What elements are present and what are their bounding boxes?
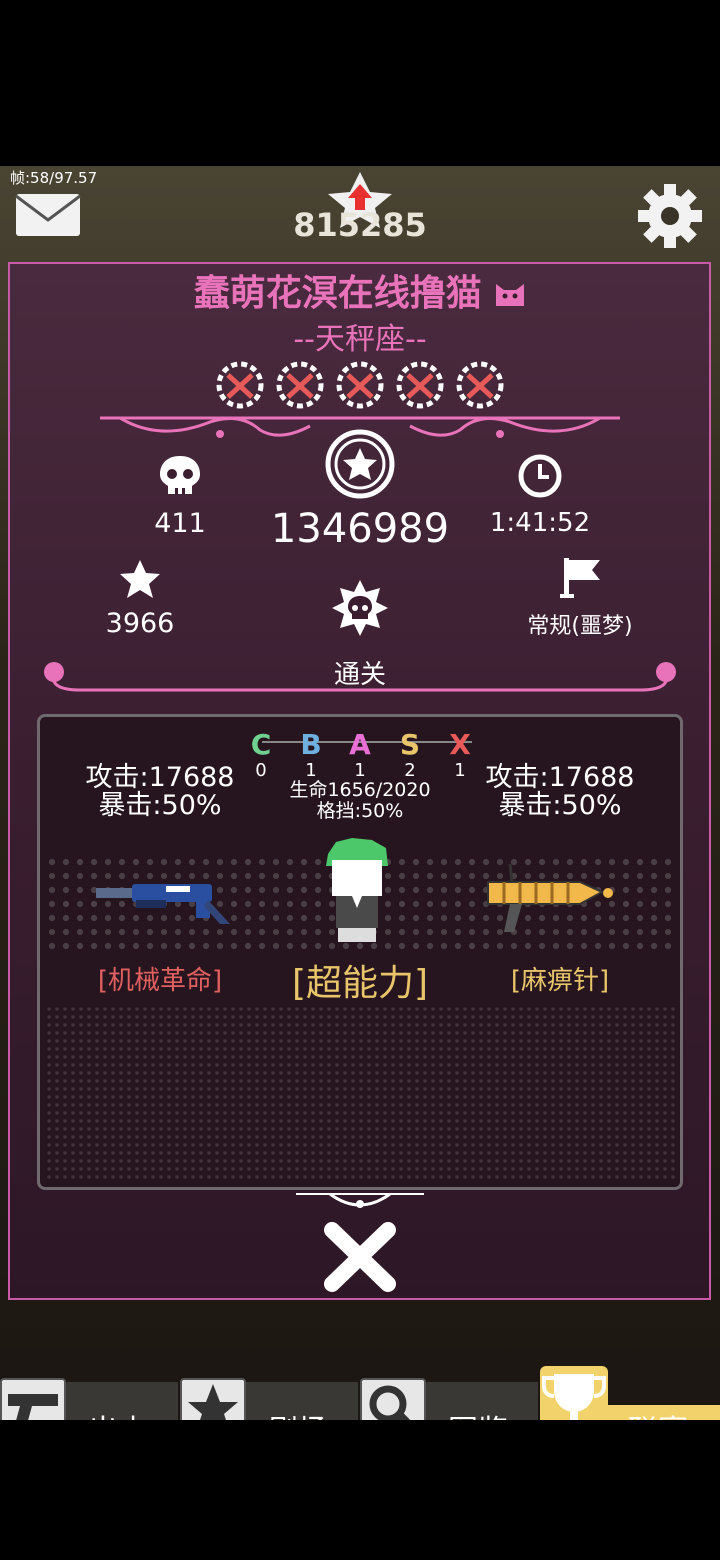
result-label: 通关 <box>333 660 386 690</box>
skull-icon <box>160 456 200 494</box>
kill-count: 411 <box>154 508 206 539</box>
character-name-text: [超能力] <box>291 963 429 1004</box>
player-title: --天秤座-- <box>293 322 427 357</box>
grade-a-count: 1 <box>354 760 366 781</box>
left-crit: 暴击:50% <box>98 790 222 821</box>
left-weapon-name-text: [机械革命] <box>97 966 223 996</box>
star-icon <box>120 560 160 598</box>
system-nav-area <box>0 1420 720 1560</box>
rifle-icon[interactable] <box>96 880 230 928</box>
right-weapon-name-text: [麻痹针] <box>510 966 610 996</box>
grade-c-letter: C <box>250 728 272 761</box>
mail-icon[interactable] <box>14 190 82 240</box>
star-medal-icon <box>325 429 395 499</box>
close-icon[interactable] <box>322 1222 398 1292</box>
failed-badge-icon <box>276 361 324 409</box>
player-name-text: 蠢萌花溟在线撸猫 <box>193 273 482 314</box>
ornament-divider <box>296 1192 424 1208</box>
cat-icon <box>496 284 525 306</box>
grade-s-count: 2 <box>404 760 416 781</box>
grade-s-letter: S <box>399 728 421 761</box>
right-weapon-stats: 攻击:17688 暴击:50% <box>470 764 650 820</box>
clock-icon <box>518 454 562 498</box>
flag-icon <box>560 558 600 598</box>
skull-badge-icon <box>332 580 388 636</box>
grade-b-count: 1 <box>305 760 317 781</box>
game-mode: 常规(噩梦) <box>527 614 633 639</box>
failed-badge-icon <box>456 361 504 409</box>
character-block: 格挡:50% <box>316 800 404 822</box>
right-weapon-name[interactable]: [麻痹针] <box>460 960 660 997</box>
failed-badge-icon <box>336 361 384 409</box>
grade-c-count: 0 <box>255 760 267 781</box>
grade-b-letter: B <box>300 728 322 761</box>
dart-gun-icon[interactable] <box>484 860 616 936</box>
right-crit: 暴击:50% <box>498 790 622 821</box>
failed-badge-icon <box>216 361 264 409</box>
gear-icon[interactable] <box>636 182 704 250</box>
loadout-lower-area <box>45 1005 675 1180</box>
character-sprite[interactable] <box>322 836 392 944</box>
right-attack: 攻击:17688 <box>485 762 635 793</box>
left-weapon-stats: 攻击:17688 暴击:50% <box>70 764 250 820</box>
grade-a-letter: A <box>349 728 371 761</box>
grade-x-letter: X <box>449 728 471 761</box>
left-attack: 攻击:17688 <box>85 762 235 793</box>
points-total: 1346989 <box>270 506 450 552</box>
character-stats: 生命1656/2020 格挡:50% <box>270 780 450 822</box>
failed-badge-icon <box>396 361 444 409</box>
play-time: 1:41:52 <box>489 508 591 538</box>
left-weapon-name[interactable]: [机械革命] <box>60 960 260 997</box>
character-hp: 生命1656/2020 <box>289 779 431 801</box>
fps-counter: 帧:58/97.57 <box>10 169 98 187</box>
total-score: 815285 <box>293 206 427 244</box>
star-count: 3966 <box>105 608 175 639</box>
character-name[interactable]: [超能力] <box>260 954 460 1006</box>
player-name: 蠢萌花溟在线撸猫 <box>100 264 620 316</box>
